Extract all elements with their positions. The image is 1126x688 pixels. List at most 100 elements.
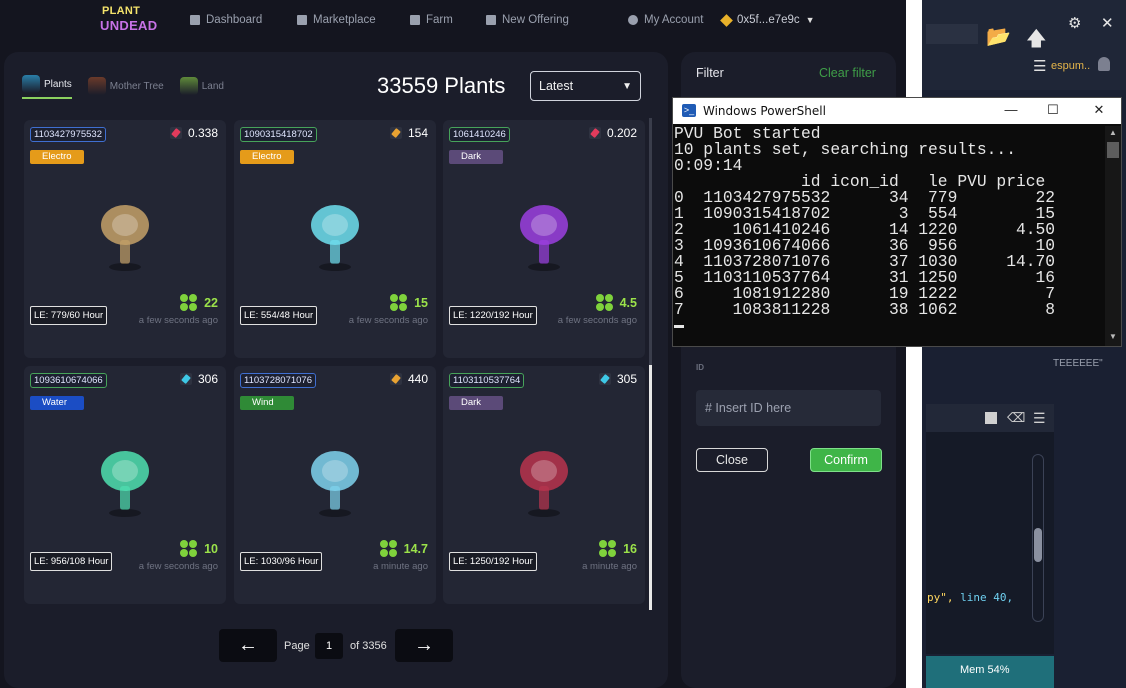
plant-id-badge: 1103427975532 [30,127,106,142]
memory-usage: Mem 54% [960,664,1010,676]
nav-marketplace[interactable]: Marketplace [297,12,376,28]
price: 440 [389,372,428,386]
nav-my-account[interactable]: My Account [628,12,703,28]
plant-image [520,451,568,517]
price: 306 [179,372,218,386]
arrow-left-icon: ← [238,634,258,656]
clover-icon [379,540,398,558]
element-tag: Electro [240,150,294,164]
plant-id-badge: 1103728071076 [240,373,316,388]
plant-id-badge: 1061410246 [449,127,510,142]
le-badge: LE: 1030/96 Hour [240,552,323,571]
asset-tabs: Plants Mother Tree Land [22,73,224,99]
clear-filter-link[interactable]: Clear filter [819,66,876,80]
background-text: TEEEEEE" [1053,358,1103,369]
tab-land[interactable]: Land [179,73,224,99]
price-token-icon [598,373,611,385]
plant-card[interactable]: 1103427975532 0.338 Electro 22 LE: 779/60 Ho… [24,120,226,358]
maximize-button[interactable]: ☐ [1041,102,1065,118]
arrow-up-icon[interactable]: 🡅 [1026,24,1047,58]
tab-mother-tree[interactable]: Mother Tree [87,73,164,99]
le-badge: LE: 554/48 Hour [240,306,318,325]
house-icon [410,15,420,25]
close-icon[interactable]: ✕ [1101,14,1114,32]
price: 305 [598,372,637,386]
prev-page-button[interactable]: ← [219,629,277,662]
scroll-down-icon[interactable]: ▼ [1109,332,1117,341]
close-window-button[interactable]: ✕ [1087,102,1111,118]
le-badge: LE: 1250/192 Hour [449,552,537,571]
dashboard-icon [190,15,200,25]
element-tag: Electro [30,150,84,164]
plant-vs-undead-logo[interactable]: PLANT UNDEAD [98,5,157,35]
filter-title: Filter [696,66,724,80]
minimize-button[interactable]: — [999,102,1023,117]
plant-card[interactable]: 1103728071076 440 Wind 14.7 LE: 1030/96 Hour… [234,366,436,604]
console-scrollbar-thumb[interactable] [1107,142,1119,158]
folder-icon[interactable]: 📂 [986,24,1011,49]
price-token-icon [179,373,192,385]
console-scrollbar[interactable]: ▲ ▼ [1105,126,1121,346]
plant-image [520,205,568,271]
next-page-button[interactable]: → [395,629,453,662]
plant-card[interactable]: 1090315418702 154 Electro 15 LE: 554/48 Hour… [234,120,436,358]
page-number-input[interactable]: 1 [315,633,343,659]
user-icon [628,15,638,25]
land-icon [179,77,198,95]
price: 0.202 [588,126,637,140]
sort-select[interactable]: Latest ▼ [530,71,641,101]
background-scrollbar-thumb[interactable] [1034,528,1042,562]
plant-image [311,451,359,517]
confirm-button[interactable]: Confirm [810,448,882,472]
luck-value: 15 [390,294,428,312]
grid-scrollbar-thumb[interactable] [649,365,652,610]
timestamp: a few seconds ago [348,315,428,326]
plant-image [101,205,149,271]
console-line: 7 1083811228 38 1062 8 [674,300,1056,319]
wallet-address[interactable]: 0x5f...e7e9c ▼ [720,12,815,28]
stop-icon[interactable] [985,412,997,424]
id-input[interactable]: # Insert ID here [696,390,881,426]
le-badge: LE: 956/108 Hour [30,552,113,571]
plant-icon [22,75,40,93]
clover-icon [595,294,614,312]
element-tag: Water [30,396,84,410]
element-tag: Wind [240,396,294,410]
luck-value: 16 [599,540,637,558]
chevron-down-icon: ▼ [805,15,815,25]
element-tag: Dark [449,396,503,410]
timestamp: a few seconds ago [557,315,637,326]
plant-card[interactable]: 1061410246 0.202 Dark 4.5 LE: 1220/192 Hour a… [443,120,645,358]
nav-new-offering[interactable]: New Offering [486,12,569,28]
chevron-down-icon: ▼ [622,80,632,92]
bell-icon[interactable] [1098,57,1110,71]
close-button[interactable]: Close [696,448,768,472]
plant-card[interactable]: 1093610674066 306 Water 10 LE: 956/108 Hour a… [24,366,226,604]
menu-icon[interactable]: ☰ [1033,57,1046,75]
menu-icon[interactable]: ☰ [1033,410,1046,427]
plant-image [101,451,149,517]
scroll-up-icon[interactable]: ▲ [1109,128,1117,137]
powershell-window[interactable]: >_ Windows PowerShell — ☐ ✕ PVU Bot star… [672,97,1122,347]
gear-icon[interactable]: ⚙ [1068,14,1081,32]
price-token-icon [389,373,402,385]
nav-dashboard[interactable]: Dashboard [190,12,262,28]
arrow-right-icon: → [414,634,434,656]
clover-icon [599,540,617,558]
coin-icon [720,13,733,27]
price-token-icon [588,127,601,139]
tab-plants[interactable]: Plants [22,73,72,99]
powershell-title: Windows PowerShell [703,104,826,118]
nav-farm[interactable]: Farm [410,12,453,28]
plant-card[interactable]: 1103110537764 305 Dark 16 LE: 1250/192 Hour a… [443,366,645,604]
eraser-icon[interactable]: ⌫ [1007,410,1025,426]
powershell-titlebar[interactable]: >_ Windows PowerShell — ☐ ✕ [673,98,1121,124]
page-label: Page [284,640,310,652]
clover-icon [390,294,408,312]
timestamp: a minute ago [582,561,637,572]
element-tag: Dark [449,150,503,164]
calendar-icon [486,15,496,25]
plant-count: 33559 Plants [377,73,506,98]
powershell-console[interactable]: PVU Bot started 10 plants set, searching … [674,126,1104,346]
code-snippet: py", line 40, [927,591,1014,604]
